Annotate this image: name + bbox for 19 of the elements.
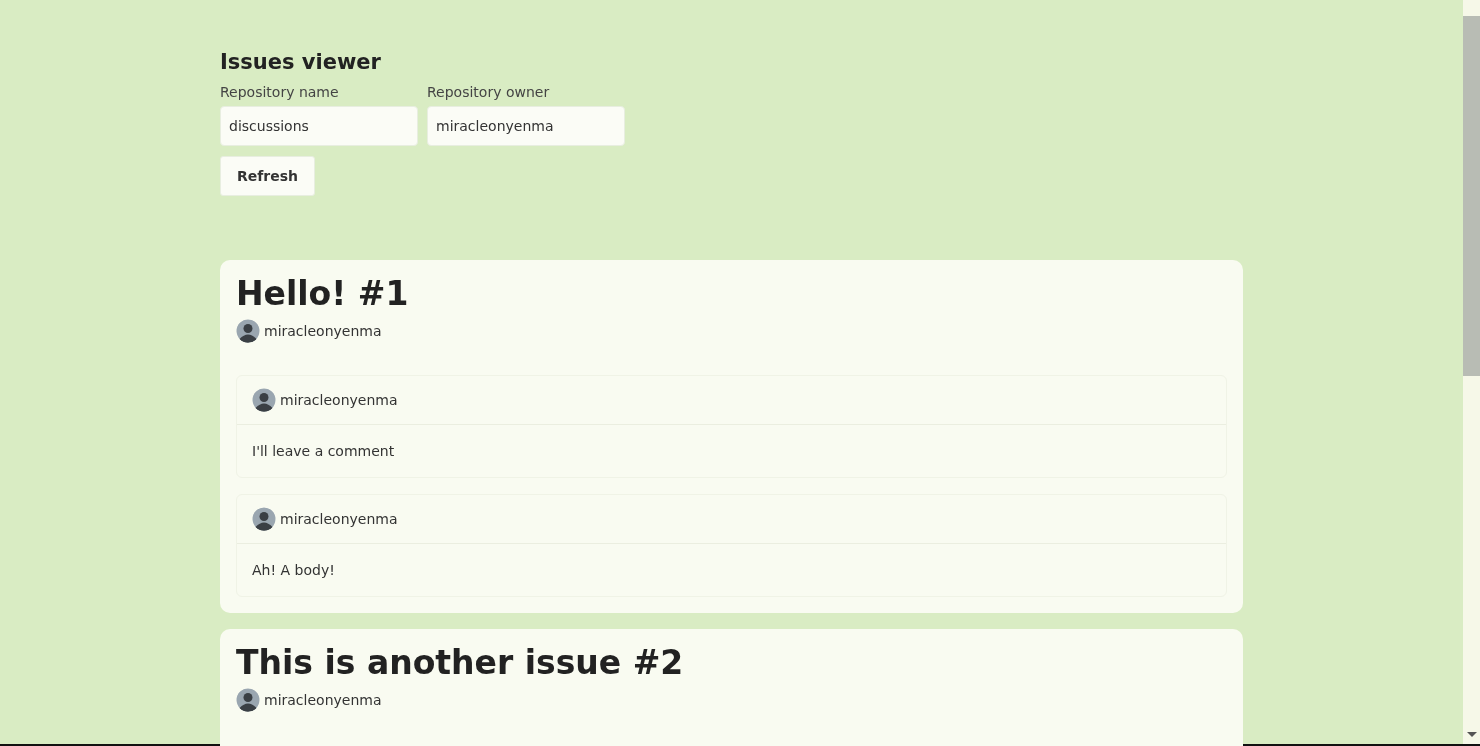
avatar-icon bbox=[252, 388, 276, 412]
author-name[interactable]: miracleonyenma bbox=[264, 692, 382, 708]
author-name[interactable]: miracleonyenma bbox=[280, 392, 398, 408]
comment-text: Ah! A body! bbox=[251, 561, 336, 580]
page-title: Issues viewer bbox=[220, 50, 382, 74]
issue-title: This is another issue #2 bbox=[236, 643, 685, 682]
input-field[interactable]: discussions bbox=[220, 106, 418, 146]
refresh-button[interactable]: Refresh bbox=[220, 156, 316, 196]
field-label: Repository owner bbox=[427, 84, 551, 100]
comment-text: I'll leave a comment bbox=[251, 442, 396, 461]
avatar-icon bbox=[236, 688, 260, 712]
avatar-icon bbox=[252, 507, 276, 531]
author-name[interactable]: miracleonyenma bbox=[280, 511, 398, 527]
scrollbar[interactable] bbox=[1463, 0, 1480, 744]
issue-title: Hello! #1 bbox=[236, 274, 410, 313]
input-field[interactable]: miracleonyenma bbox=[427, 106, 625, 146]
avatar-icon bbox=[236, 319, 260, 343]
author-name[interactable]: miracleonyenma bbox=[264, 323, 382, 339]
field-label: Repository name bbox=[220, 84, 340, 100]
